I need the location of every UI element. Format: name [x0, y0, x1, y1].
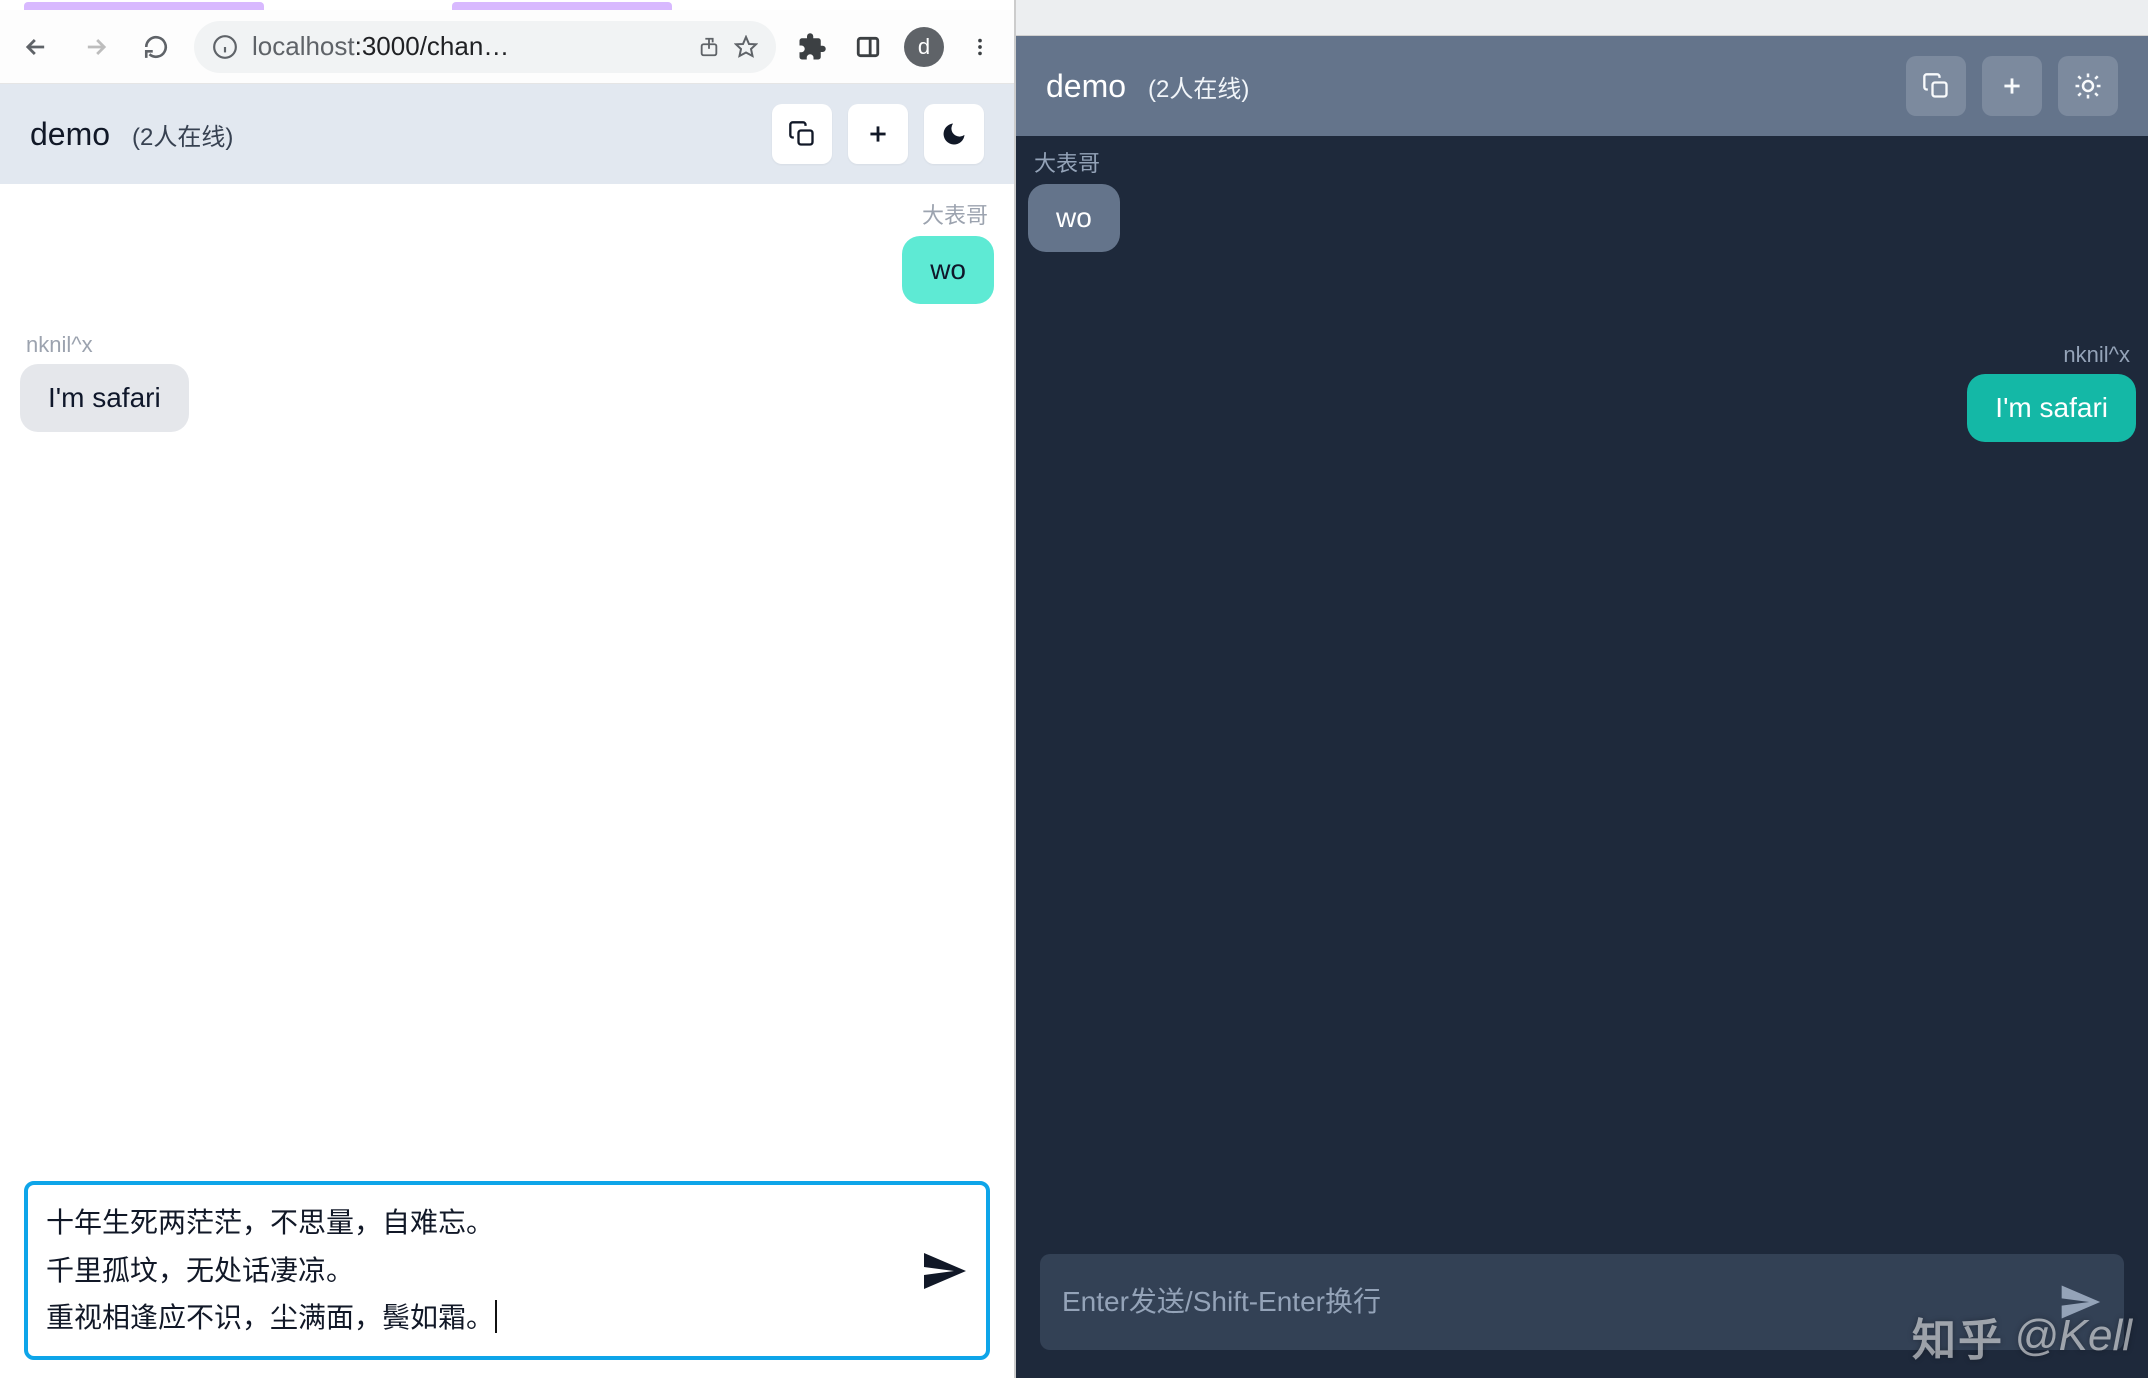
address-text: localhost:3000/chan… [252, 31, 684, 62]
kebab-menu-icon[interactable] [960, 27, 1000, 67]
sender-name: 大表哥 [1028, 146, 1106, 178]
forward-button[interactable] [74, 25, 118, 69]
extensions-icon[interactable] [792, 27, 832, 67]
online-count: (2人在线) [1148, 69, 1249, 104]
message-bubble[interactable]: I'm safari [1967, 374, 2136, 442]
tab-indicator[interactable] [24, 2, 264, 10]
composer-dark[interactable] [1040, 1254, 2124, 1350]
safari-toolbar-sliver [1016, 0, 2148, 36]
message-bubble[interactable]: wo [1028, 184, 1120, 252]
left-browser-pane: localhost:3000/chan… d demo (2人在线) [0, 0, 1016, 1378]
composer-value: 十年生死两茫茫，不思量，自难忘。 千里孤坟，无处话凄凉。 重视相逢应不识，尘满面… [46, 1207, 494, 1333]
bookmark-star-icon[interactable] [734, 35, 758, 59]
browser-toolbar: localhost:3000/chan… d [0, 10, 1014, 84]
sender-name: 大表哥 [916, 198, 994, 230]
theme-toggle-button[interactable] [2058, 56, 2118, 116]
room-name: demo [1046, 68, 1126, 105]
site-info-icon[interactable] [212, 34, 238, 60]
room-name: demo [30, 116, 110, 153]
avatar-letter: d [918, 34, 930, 60]
message-group: nknil^x I'm safari [20, 332, 994, 432]
online-count: (2人在线) [132, 117, 233, 152]
right-browser-pane: demo (2人在线) 大表哥 wo nknil^x I'm safari [1016, 0, 2148, 1378]
chat-body-dark: 大表哥 wo nknil^x I'm safari [1016, 136, 2148, 1236]
tab-indicator[interactable] [452, 2, 672, 10]
reload-button[interactable] [134, 25, 178, 69]
add-button[interactable] [848, 104, 908, 164]
composer-light[interactable]: 十年生死两茫茫，不思量，自难忘。 千里孤坟，无处话凄凉。 重视相逢应不识，尘满面… [24, 1181, 990, 1360]
share-icon[interactable] [698, 36, 720, 58]
message-bubble[interactable]: I'm safari [20, 364, 189, 432]
message-bubble[interactable]: wo [902, 236, 994, 304]
text-cursor [495, 1300, 497, 1334]
composer-textarea[interactable]: 十年生死两茫茫，不思量，自难忘。 千里孤坟，无处话凄凉。 重视相逢应不识，尘满面… [46, 1199, 906, 1342]
copy-button[interactable] [1906, 56, 1966, 116]
sender-name: nknil^x [2057, 342, 2136, 368]
back-button[interactable] [14, 25, 58, 69]
theme-toggle-button[interactable] [924, 104, 984, 164]
chat-header-light: demo (2人在线) [0, 84, 1014, 184]
profile-avatar[interactable]: d [904, 27, 944, 67]
side-panel-icon[interactable] [848, 27, 888, 67]
chat-body-light: 大表哥 wo nknil^x I'm safari [0, 184, 1014, 1169]
add-button[interactable] [1982, 56, 2042, 116]
send-button[interactable] [2058, 1280, 2102, 1324]
tab-strip [0, 0, 1014, 10]
composer-input[interactable] [1062, 1286, 2044, 1318]
tab-gap [288, 2, 428, 10]
chat-header-dark: demo (2人在线) [1016, 36, 2148, 136]
sender-name: nknil^x [20, 332, 99, 358]
copy-button[interactable] [772, 104, 832, 164]
send-button[interactable] [920, 1247, 968, 1295]
message-group: nknil^x I'm safari [1028, 342, 2136, 442]
address-bar[interactable]: localhost:3000/chan… [194, 21, 776, 73]
message-group: 大表哥 wo [1028, 146, 2136, 252]
message-group: 大表哥 wo [20, 198, 994, 304]
